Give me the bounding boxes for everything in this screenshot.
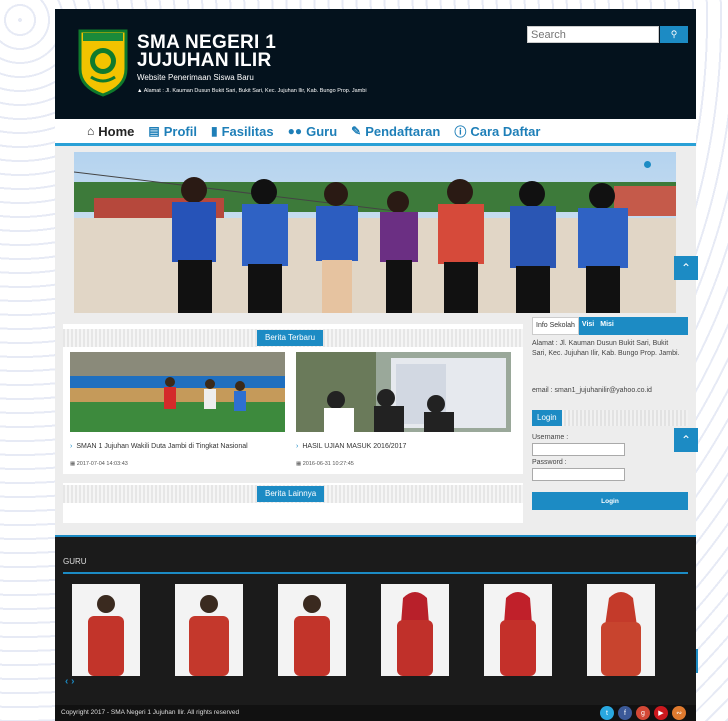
teacher-portrait (587, 584, 655, 676)
other-news-section: Berita Lainnya (63, 483, 523, 523)
chevron-left-icon[interactable]: ‹ (65, 676, 68, 687)
info-icon: ⓘ (454, 124, 467, 139)
news-item-date: ▦ 2016-06-31 10:27:45 (296, 461, 354, 467)
nav-fasilitas-label: Fasilitas (221, 123, 274, 139)
teacher-portrait (484, 584, 552, 676)
teacher-portrait (278, 584, 346, 676)
news-item-title-text: HASIL UJIAN MASUK 2016/2017 (302, 443, 407, 450)
teachers-section: GURU ‹ › (55, 535, 696, 705)
news-photo-announcement (296, 352, 511, 432)
nav-fasilitas[interactable]: ▮ Fasilitas (211, 124, 274, 139)
chevron-up-icon: ⌃ (680, 433, 692, 447)
password-field[interactable] (532, 468, 625, 481)
nav-cara-daftar[interactable]: ⓘ Cara Daftar (454, 123, 540, 140)
tab-visi[interactable]: Visi (579, 317, 597, 335)
nav-profil[interactable]: ▤ Profil (148, 124, 197, 139)
teacher-portrait (175, 584, 243, 676)
teacher-portrait (381, 584, 449, 676)
username-label: Username : (532, 434, 569, 441)
login-button[interactable]: Login (532, 492, 688, 510)
news-image[interactable] (296, 352, 511, 432)
news-item-title-text: SMAN 1 Jujuhan Wakili Duta Jambi di Ting… (76, 443, 248, 450)
teacher-photo[interactable] (587, 584, 655, 676)
calendar-icon: ▦ (70, 461, 76, 467)
nav-guru[interactable]: ●● Guru (288, 124, 338, 139)
teacher-photo[interactable] (72, 584, 140, 676)
nav-home[interactable]: ⌂ Home (87, 124, 134, 139)
copyright-text: Copyright 2017 - SMA Negeri 1 Jujuhan Il… (61, 709, 240, 716)
teacher-portrait (72, 584, 140, 676)
facebook-icon[interactable]: f (618, 706, 632, 720)
teacher-photo[interactable] (278, 584, 346, 676)
nav-cara-daftar-label: Cara Daftar (470, 123, 541, 139)
nav-home-label: Home (98, 123, 135, 139)
teachers-divider (63, 572, 688, 574)
address-text: Alamat : Jl. Kauman Dusun Bukit Sari, Bu… (143, 88, 367, 94)
home-icon: ⌂ (87, 124, 95, 138)
home-icon: ▲ (137, 88, 143, 94)
news-item-date-text: 2016-06-31 10:27:45 (302, 461, 354, 467)
nav-profil-label: Profil (163, 123, 197, 139)
news-item-date-text: 2017-07-04 14:03:43 (76, 461, 128, 467)
youtube-icon[interactable]: ▶ (654, 706, 668, 720)
page-container: SMA NEGERI 1 JUJUHAN ILIR Website Peneri… (55, 9, 698, 721)
news-item-date: ▦ 2017-07-04 14:03:43 (70, 461, 128, 467)
news-item-title[interactable]: › SMAN 1 Jujuhan Wakili Duta Jambi di Tin… (70, 443, 248, 450)
tab-info-sekolah[interactable]: Info Sekolah (532, 317, 579, 335)
latest-news-title: Berita Terbaru (257, 330, 324, 346)
nav-guru-label: Guru (306, 123, 338, 139)
school-logo (78, 29, 128, 97)
login-title: Login (532, 410, 562, 426)
school-name-line2: JUJUHAN ILIR (137, 50, 272, 71)
main-nav: ⌂ Home ▤ Profil ▮ Fasilitas ●● Guru ✎ Pe… (55, 119, 696, 146)
news-item-title[interactable]: › HASIL UJIAN MASUK 2016/2017 (296, 443, 406, 450)
school-name: SMA NEGERI 1 JUJUHAN ILIR (137, 33, 276, 71)
teacher-photo[interactable] (175, 584, 243, 676)
news-image[interactable] (70, 352, 285, 432)
twitter-icon[interactable]: t (600, 706, 614, 720)
chevron-up-icon: ⌃ (680, 261, 692, 275)
scroll-up-button[interactable]: ⌃ (674, 256, 698, 280)
search-input[interactable] (527, 26, 659, 43)
other-news-title: Berita Lainnya (257, 486, 325, 502)
slider-indicator[interactable] (644, 161, 651, 168)
bookmark-icon: ▮ (210, 124, 218, 138)
site-tagline: Website Penerimaan Siswa Baru (137, 73, 254, 82)
nav-pendaftaran-label: Pendaftaran (365, 123, 441, 139)
news-photo-football (70, 352, 285, 432)
calendar-icon: ▦ (296, 461, 302, 467)
username-field[interactable] (532, 443, 625, 456)
chevron-right-icon: › (296, 443, 299, 450)
teacher-photo[interactable] (381, 584, 449, 676)
info-tabs: Info Sekolah Visi Misi (532, 317, 688, 335)
hero-photo (74, 152, 676, 313)
latest-news-section: Berita Terbaru › SMAN 1 Jujuhan Wakili Du… (63, 324, 523, 474)
school-address: ▲ Alamat : Jl. Kauman Dusun Bukit Sari, … (137, 88, 367, 94)
search-button[interactable]: ⚲ (660, 26, 688, 43)
site-header: SMA NEGERI 1 JUJUHAN ILIR Website Peneri… (55, 9, 696, 119)
carousel-controls: ‹ › (65, 676, 74, 687)
chevron-right-icon[interactable]: › (71, 676, 74, 687)
scroll-up-button[interactable]: ⌃ (674, 428, 698, 452)
hero-slider[interactable] (74, 152, 676, 313)
teacher-photo[interactable] (484, 584, 552, 676)
password-label: Password : (532, 459, 567, 466)
nav-pendaftaran[interactable]: ✎ Pendaftaran (351, 124, 440, 139)
teachers-title: GURU (63, 557, 87, 566)
chevron-right-icon: › (70, 443, 73, 450)
google-plus-icon[interactable]: g (636, 706, 650, 720)
building-icon: ▤ (148, 124, 160, 138)
school-email: email : sman1_jujuhanilir@yahoo.co.id (532, 387, 652, 394)
rss-icon[interactable]: ∾ (672, 706, 686, 720)
edit-icon: ✎ (351, 124, 362, 138)
users-icon: ●● (287, 124, 303, 138)
site-footer: Copyright 2017 - SMA Negeri 1 Jujuhan Il… (55, 705, 696, 721)
tab-misi[interactable]: Misi (597, 317, 617, 335)
school-info-text: Alamat : Jl. Kauman Dusun Bukit Sari, Bu… (532, 340, 680, 357)
search-icon: ⚲ (670, 29, 678, 39)
